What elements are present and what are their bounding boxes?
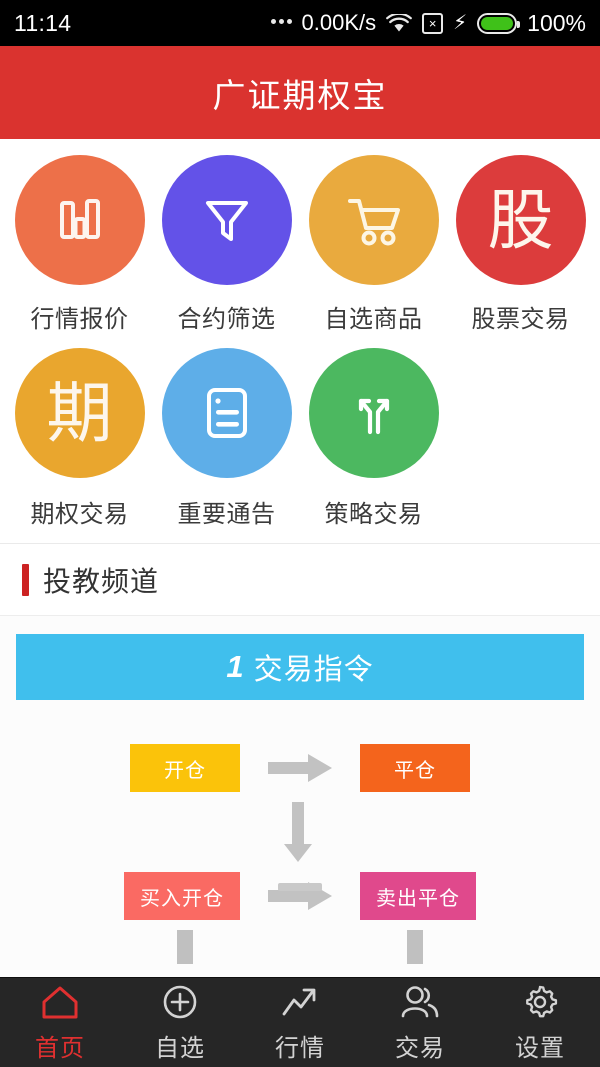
tab-label: 设置 [515, 1035, 565, 1062]
feature-grid: 行情报价 合约筛选 自选商品 股 股票交易 期 期权交易 重要通告 策略交易 [0, 139, 600, 544]
wifi-icon [386, 13, 413, 33]
tab-home[interactable]: 首页 [0, 978, 120, 1067]
feature-grid-row-2: 期 期权交易 重要通告 策略交易 [0, 348, 600, 529]
shopping-cart-icon [308, 155, 439, 285]
flow-row-2: 买入开仓 卖出平仓 [16, 872, 584, 920]
grid-item-watchlist[interactable]: 自选商品 [300, 155, 447, 334]
grid-item-contract-filter[interactable]: 合约筛选 [153, 155, 300, 334]
battery-percent: 100% [527, 9, 586, 36]
gear-icon [521, 982, 559, 1022]
feature-grid-row-1: 行情报价 合约筛选 自选商品 股 股票交易 [0, 155, 600, 334]
fork-arrows-icon [308, 348, 439, 478]
section-header-education: 投教频道 [0, 544, 600, 616]
network-speed: 0.00K/s [301, 10, 377, 35]
tab-label: 首页 [35, 1035, 85, 1062]
lesson-banner[interactable]: 1 交易指令 [16, 634, 584, 700]
trend-arrow-icon [280, 982, 320, 1022]
grid-item-label: 策略交易 [324, 501, 423, 528]
battery-icon [477, 12, 521, 34]
education-content: 1 交易指令 开仓 平仓 买入开仓 卖出平仓 [0, 616, 600, 977]
tab-watchlist[interactable]: 自选 [120, 978, 240, 1067]
flow-box-buy-open: 买入开仓 [124, 872, 240, 920]
people-icon [399, 982, 441, 1022]
flow-box-open-position: 开仓 [130, 744, 240, 792]
status-bar: 11:14 0.00K/s × ⚡ 100% [0, 0, 600, 46]
grid-item-quotes[interactable]: 行情报价 [6, 155, 153, 334]
tab-settings[interactable]: 设置 [480, 978, 600, 1067]
charging-bolt-icon: ⚡ [453, 12, 468, 34]
arrow-down-icon [16, 800, 584, 866]
grid-item-strategy-trade[interactable]: 策略交易 [300, 348, 447, 529]
grid-item-label: 股票交易 [471, 306, 570, 333]
grid-item-label: 行情报价 [30, 306, 129, 333]
x-box-icon: × [422, 12, 444, 34]
grid-item-stock-trade[interactable]: 股 股票交易 [447, 155, 594, 334]
trade-flow-diagram: 开仓 平仓 买入开仓 卖出平仓 [16, 700, 584, 964]
status-indicators: 0.00K/s × ⚡ 100% [270, 9, 586, 37]
plus-circle-icon [161, 982, 199, 1022]
connector-stub-icon [130, 930, 240, 964]
home-icon [40, 982, 80, 1022]
flow-box-sell-close: 卖出平仓 [360, 872, 476, 920]
tab-label: 交易 [395, 1035, 445, 1062]
tab-label: 行情 [275, 1035, 325, 1062]
flow-connectors [16, 930, 584, 964]
lesson-title: 交易指令 [253, 654, 374, 686]
grid-item-label: 合约筛选 [177, 306, 276, 333]
more-dots-icon [270, 19, 292, 27]
bottom-tab-bar: 首页 自选 行情 交易 设置 [0, 977, 600, 1067]
grid-item-label: 期权交易 [30, 501, 129, 528]
lesson-number: 1 [226, 649, 244, 684]
arrow-right-icon [240, 748, 360, 788]
grid-item-glyph: 股 [487, 183, 554, 257]
funnel-filter-icon [161, 155, 292, 285]
app-header: 广证期权宝 [0, 46, 600, 139]
tab-trade[interactable]: 交易 [360, 978, 480, 1067]
bar-chart-icon [14, 155, 145, 285]
flow-box-close-position: 平仓 [360, 744, 470, 792]
connector-stub-icon [360, 930, 470, 964]
tab-quotes[interactable]: 行情 [240, 978, 360, 1067]
grid-item-label: 重要通告 [177, 501, 276, 528]
grid-item-empty [447, 348, 594, 529]
connector-gap [240, 930, 360, 964]
option-char-icon: 期 [14, 348, 145, 478]
status-time: 11:14 [14, 9, 72, 36]
grid-item-glyph: 期 [46, 376, 113, 450]
app-root: 11:14 0.00K/s × ⚡ 100% 广证期权宝 行情报价 合约筛选 自… [0, 0, 600, 1067]
document-notice-icon [161, 348, 292, 478]
arrow-right-icon [240, 876, 360, 916]
stock-char-icon: 股 [455, 155, 586, 285]
grid-item-option-trade[interactable]: 期 期权交易 [6, 348, 153, 529]
grid-item-announcements[interactable]: 重要通告 [153, 348, 300, 529]
grid-item-label: 自选商品 [324, 306, 423, 333]
section-accent-bar [22, 563, 29, 596]
scroll-handle[interactable] [278, 883, 322, 891]
section-title: 投教频道 [43, 565, 160, 597]
flow-row-1: 开仓 平仓 [16, 744, 584, 792]
page-title: 广证期权宝 [212, 76, 388, 114]
tab-label: 自选 [155, 1035, 205, 1062]
